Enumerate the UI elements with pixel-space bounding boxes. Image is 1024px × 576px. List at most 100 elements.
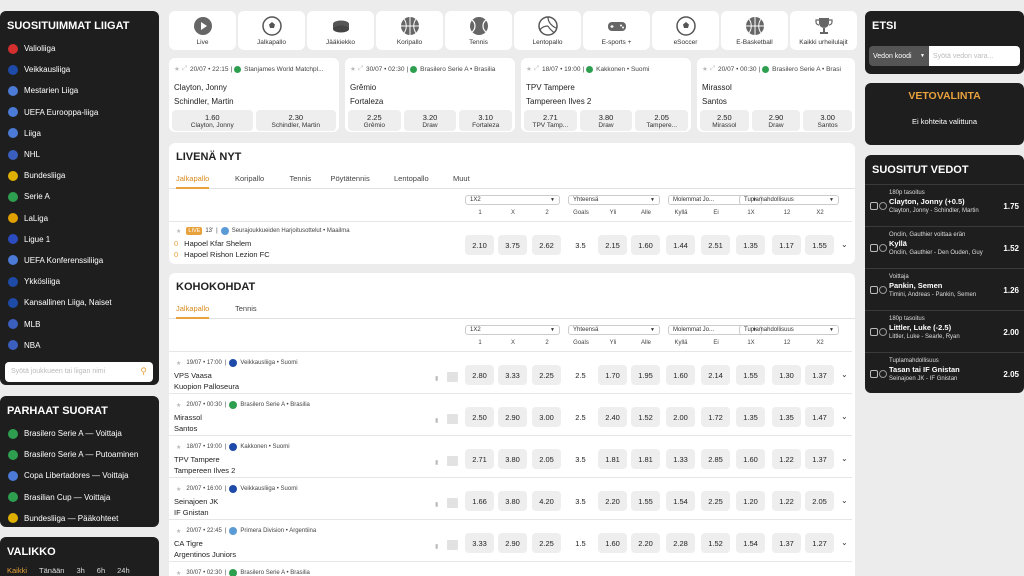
sport-lentopallo[interactable]: Lentopallo: [514, 11, 581, 50]
chevron-down-icon[interactable]: ⌄: [841, 454, 848, 463]
menu-tab[interactable]: 6h: [97, 566, 105, 575]
bet-code-select[interactable]: Vedon koodi ▼: [869, 46, 929, 66]
star-icon[interactable]: ★: [350, 65, 356, 73]
odds-button[interactable]: 1.60 Clayton, Jonny: [172, 110, 253, 131]
outright-item[interactable]: Bundesliiga — Pääkohteet: [0, 508, 159, 529]
table-row[interactable]: ★ 20/07 • 16:00 | Veikkausliiga • Suomi Sein…: [169, 477, 852, 519]
odds-button[interactable]: 3.80 Draw: [579, 110, 633, 131]
table-row[interactable]: ★ 20/07 • 22:45 | Primera Division • Argent…: [169, 519, 852, 561]
odds-button[interactable]: 1.44: [666, 235, 695, 255]
odds-button[interactable]: 1.95: [631, 365, 660, 385]
tab-lentopallo[interactable]: Lentopallo: [394, 174, 429, 183]
featured-match-card[interactable]: ★ ⤢ 20/07 • 00:30 | Brasilero Serie A • Bras…: [697, 58, 855, 132]
odds-button[interactable]: 3.33: [498, 365, 527, 385]
odds-button[interactable]: 1.37: [772, 533, 801, 553]
odds-button[interactable]: 1.52: [631, 407, 660, 427]
table-row[interactable]: ★ 30/07 • 02:30 | Brasilero Serie A • Brasi…: [169, 561, 852, 576]
odds-button[interactable]: 1.35: [736, 235, 765, 255]
league-item[interactable]: Ligue 1: [0, 229, 159, 250]
odds-button[interactable]: 2.90 Draw: [751, 110, 801, 131]
odds-button[interactable]: 1.20: [736, 491, 765, 511]
stats-icon[interactable]: ▮: [435, 459, 443, 466]
outright-item[interactable]: Brasilero Serie A — Putoaminen: [0, 444, 159, 465]
bet-checkbox[interactable]: [870, 286, 878, 294]
bet-checkbox[interactable]: [870, 244, 878, 252]
league-item[interactable]: MLB: [0, 313, 159, 334]
league-item[interactable]: Valioliiga: [0, 38, 159, 59]
featured-match-card[interactable]: ★ ⤢ 30/07 • 02:30 | Brasilero Serie A • Bras…: [345, 58, 515, 132]
sport-kaikki-urheilulajit[interactable]: Kaikki urheilulajit: [790, 11, 857, 50]
odds-button[interactable]: 1.66: [465, 491, 494, 511]
league-item[interactable]: Ykkösliiga: [0, 271, 159, 292]
tab-pöytätennis[interactable]: Pöytätennis: [331, 174, 370, 183]
odds-button[interactable]: 1.72: [701, 407, 730, 427]
odds-button[interactable]: 2.20: [598, 491, 627, 511]
odds-button[interactable]: 2.50: [465, 407, 494, 427]
sport-jalkapallo[interactable]: Jalkapallo: [238, 11, 305, 50]
league-item[interactable]: Bundesliiga: [0, 165, 159, 186]
outright-item[interactable]: Brasilero Serie A — Voittaja: [0, 423, 159, 444]
tab-tennis[interactable]: Tennis: [235, 304, 257, 313]
league-item[interactable]: Veikkausliiga: [0, 59, 159, 80]
tab-tennis[interactable]: Tennis: [290, 174, 312, 183]
table-row[interactable]: ★ 20/07 • 00:30 | Brasilero Serie A • Brasi…: [169, 393, 852, 435]
sport-e-sports-[interactable]: E-sports +: [583, 11, 650, 50]
odds-button[interactable]: 3.80: [498, 449, 527, 469]
stats-icon[interactable]: ⤢: [182, 65, 187, 73]
sport-live[interactable]: Live: [169, 11, 236, 50]
popular-bet-item[interactable]: Voittaja Pankin, Semen Timini, Andreas - P…: [865, 268, 1024, 310]
menu-tab[interactable]: Kaikki: [7, 566, 27, 575]
star-icon[interactable]: ★: [176, 570, 181, 576]
star-icon[interactable]: ★: [176, 402, 181, 409]
sport-jääkiekko[interactable]: Jääkiekko: [307, 11, 374, 50]
league-item[interactable]: NBA: [0, 335, 159, 356]
tab-jalkapallo[interactable]: Jalkapallo: [176, 304, 210, 319]
odds-button[interactable]: 1.60: [598, 533, 627, 553]
league-item[interactable]: UEFA Konferenssiliiga: [0, 250, 159, 271]
odds-button[interactable]: 3.33: [465, 533, 494, 553]
odds-button[interactable]: 1.37: [805, 365, 834, 385]
odds-button[interactable]: 2.62: [532, 235, 561, 255]
bet-code-input[interactable]: Syötä vedon vara...: [929, 46, 1020, 66]
chevron-down-icon[interactable]: ⌄: [841, 496, 848, 505]
odds-button[interactable]: 1.60: [631, 235, 660, 255]
chevron-down-icon[interactable]: ⌄: [841, 240, 848, 249]
star-icon[interactable]: ★: [176, 486, 181, 493]
odds-button[interactable]: 2.50 Mirassol: [700, 110, 749, 131]
market-select[interactable]: 1X2 ▼: [465, 325, 560, 335]
odds-button[interactable]: 2.25 Grêmio: [348, 110, 401, 131]
sport-e-basketball[interactable]: E-Basketball: [721, 11, 788, 50]
sport-esoccer[interactable]: eSoccer: [652, 11, 719, 50]
league-item[interactable]: Serie A: [0, 186, 159, 207]
star-icon[interactable]: ★: [176, 228, 181, 235]
stats-icon[interactable]: ⤢: [534, 65, 539, 73]
star-icon[interactable]: ★: [176, 444, 181, 451]
odds-button[interactable]: 1.54: [666, 491, 695, 511]
bet-checkbox[interactable]: [870, 202, 878, 210]
league-item[interactable]: NHL: [0, 144, 159, 165]
popular-bet-odd[interactable]: 1.52: [1003, 244, 1019, 253]
odds-button[interactable]: 2.85: [701, 449, 730, 469]
odds-button[interactable]: 2.25: [532, 533, 561, 553]
odds-button[interactable]: 1.55: [631, 491, 660, 511]
odds-button[interactable]: 1.35: [772, 407, 801, 427]
popular-bet-item[interactable]: Onclin, Gauthier voittaa erän Kyllä Onclin…: [865, 226, 1024, 268]
odds-button[interactable]: 2.30 Schindler, Martin: [255, 110, 336, 131]
menu-tab[interactable]: Tänään: [39, 566, 64, 575]
table-row[interactable]: ★ 19/07 • 17:00 | Veikkausliiga • Suomi VPS …: [169, 351, 852, 393]
menu-tab[interactable]: 3h: [76, 566, 84, 575]
sport-koripallo[interactable]: Koripallo: [376, 11, 443, 50]
odds-button[interactable]: 1.55: [805, 235, 834, 255]
odds-button[interactable]: 1.33: [666, 449, 695, 469]
league-item[interactable]: Mestarien Liiga: [0, 80, 159, 101]
odds-button[interactable]: 2.00: [666, 407, 695, 427]
outright-item[interactable]: Brasilian Cup — Voittaja: [0, 487, 159, 508]
star-icon[interactable]: ★: [174, 65, 180, 73]
odds-button[interactable]: 1.22: [772, 449, 801, 469]
table-row[interactable]: ★ 18/07 • 19:00 | Kakkonen • Suomi TPV Tampe…: [169, 435, 852, 477]
odds-button[interactable]: 1.60: [736, 449, 765, 469]
market-select[interactable]: 1X2 ▼: [465, 195, 560, 205]
live-tv-icon[interactable]: [447, 540, 458, 550]
odds-button[interactable]: 3.75: [498, 235, 527, 255]
odds-button[interactable]: 2.05 Tampere...: [635, 110, 689, 131]
